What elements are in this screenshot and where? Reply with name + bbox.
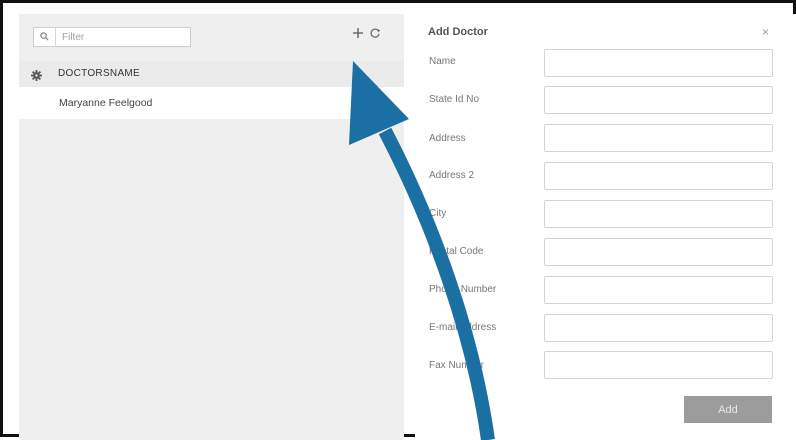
doctor-list-panel: DOCTORSNAME Maryanne Feelgood	[19, 14, 404, 440]
filter-input[interactable]	[62, 29, 187, 45]
phone-number-input[interactable]	[544, 276, 773, 304]
gear-icon[interactable]	[31, 68, 42, 86]
name-input[interactable]	[544, 49, 773, 77]
fax-number-label: Fax Number	[429, 360, 485, 371]
address-input[interactable]	[544, 124, 773, 152]
app-window: DOCTORSNAME Maryanne Feelgood Add Doctor…	[0, 0, 796, 440]
address-label: Address	[429, 133, 466, 144]
city-label: City	[429, 208, 447, 219]
plus-icon[interactable]	[352, 26, 364, 38]
form-title: Add Doctor	[428, 26, 488, 38]
postal-code-input[interactable]	[544, 238, 773, 266]
fax-number-input[interactable]	[544, 351, 773, 379]
doctor-name-cell: Maryanne Feelgood	[59, 97, 153, 109]
filter-box[interactable]	[33, 27, 191, 47]
refresh-icon[interactable]	[369, 26, 381, 38]
email-address-input[interactable]	[544, 314, 773, 342]
address2-label: Address 2	[429, 170, 475, 181]
postal-code-label: Postal Code	[429, 246, 484, 257]
email-address-label: E-mail Address	[429, 322, 497, 333]
list-item[interactable]: Maryanne Feelgood	[19, 87, 404, 119]
city-input[interactable]	[544, 200, 773, 228]
column-header-doctorsname[interactable]: DOCTORSNAME	[58, 68, 140, 79]
address2-input[interactable]	[544, 162, 773, 190]
add-button[interactable]: Add	[684, 396, 772, 423]
search-icon	[34, 28, 56, 46]
state-id-input[interactable]	[544, 86, 773, 114]
state-id-label: State Id No	[429, 94, 480, 105]
name-label: Name	[429, 56, 456, 67]
list-toolbar	[352, 25, 381, 39]
phone-number-label: Phone Number	[429, 284, 497, 295]
add-doctor-form: Add Doctor × Name State Id No Address Ad…	[415, 14, 796, 440]
list-header: DOCTORSNAME	[19, 61, 404, 87]
close-icon[interactable]: ×	[762, 26, 769, 38]
